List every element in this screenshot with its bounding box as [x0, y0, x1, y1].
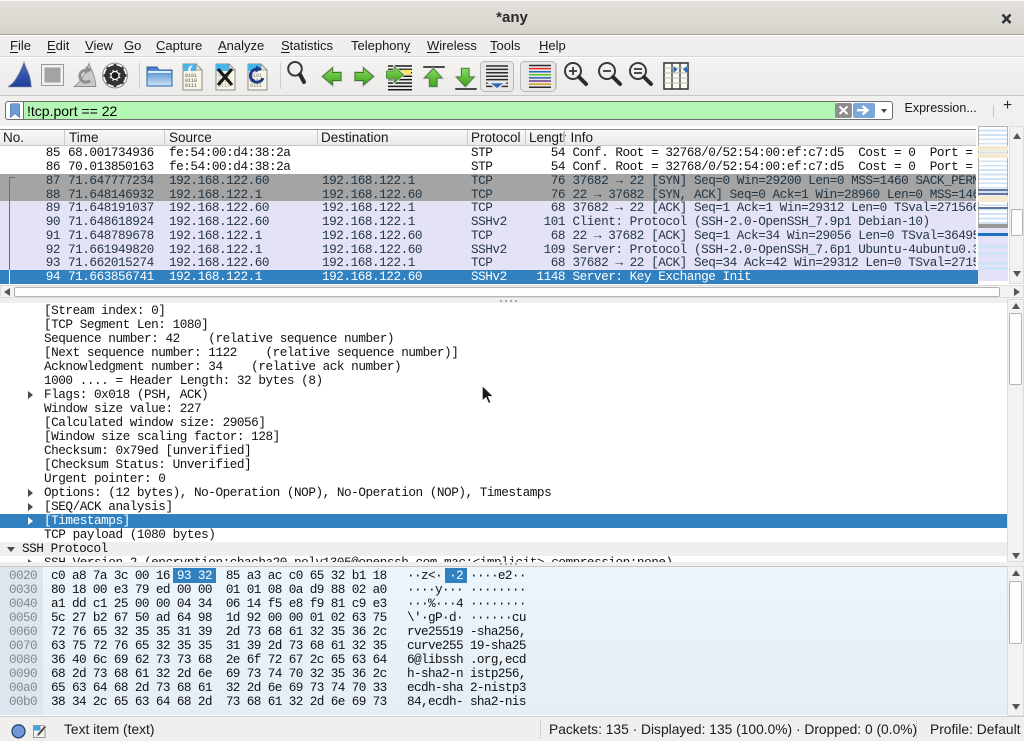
svg-text:0111: 0111: [185, 83, 197, 89]
svg-text:0111: 0111: [250, 83, 262, 89]
